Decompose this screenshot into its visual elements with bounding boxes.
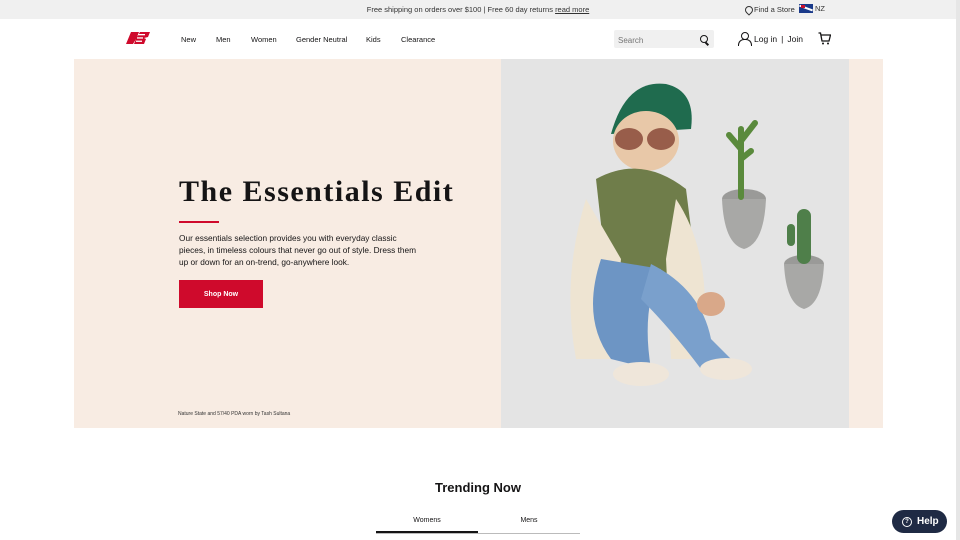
hero-description: Our essentials selection provides you wi… [179, 233, 417, 267]
top-promo-bar: Free shipping on orders over $100 | Free… [0, 0, 956, 19]
help-icon: ? [902, 516, 912, 527]
login-link[interactable]: Log in [754, 34, 777, 44]
hero-accent-rule [179, 221, 219, 223]
nav-women[interactable]: Women [251, 35, 277, 44]
account-area: Log in | Join [738, 32, 803, 46]
trending-title: Trending Now [435, 480, 521, 495]
page-scrollbar[interactable] [956, 0, 960, 540]
nav-kids[interactable]: Kids [366, 35, 381, 44]
region-selector[interactable]: NZ [799, 4, 825, 13]
search-box [614, 30, 714, 50]
account-separator: | [781, 34, 784, 44]
nav-gender-neutral[interactable]: Gender Neutral [296, 35, 347, 44]
tab-womens[interactable]: Womens [376, 517, 478, 524]
site-header: New Men Women Gender Neutral Kids Cleara… [0, 19, 956, 59]
help-label: Help [917, 516, 939, 527]
find-store-label: Find a Store [754, 5, 795, 14]
region-label: NZ [815, 4, 825, 13]
nav-new[interactable]: New [181, 35, 196, 44]
help-button[interactable]: ? Help [892, 510, 947, 533]
nav-clearance[interactable]: Clearance [401, 35, 435, 44]
hero-caption: Nature State and 57/40 PDA worn by Tash … [178, 411, 291, 417]
promo-message: Free shipping on orders over $100 | Free… [366, 5, 553, 14]
trending-tabs: Womens Mens [376, 512, 580, 534]
tab-mens[interactable]: Mens [478, 517, 580, 524]
join-link[interactable]: Join [787, 34, 803, 44]
cart-icon[interactable] [818, 32, 831, 45]
shop-now-button[interactable]: Shop Now [179, 280, 263, 308]
active-tab-indicator [376, 531, 478, 533]
search-input[interactable] [614, 31, 694, 50]
pin-icon [745, 6, 751, 14]
hero-photo [501, 59, 849, 428]
find-store-link[interactable]: Find a Store [745, 5, 795, 14]
account-icon[interactable] [738, 32, 752, 46]
search-icon[interactable] [700, 35, 708, 43]
nav-men[interactable]: Men [216, 35, 231, 44]
new-balance-logo[interactable] [124, 31, 152, 45]
hero-title: The Essentials Edit [179, 175, 455, 208]
nz-flag-icon [799, 4, 813, 13]
hero-banner: The Essentials Edit Our essentials selec… [74, 59, 883, 428]
read-more-link[interactable]: read more [555, 5, 589, 14]
